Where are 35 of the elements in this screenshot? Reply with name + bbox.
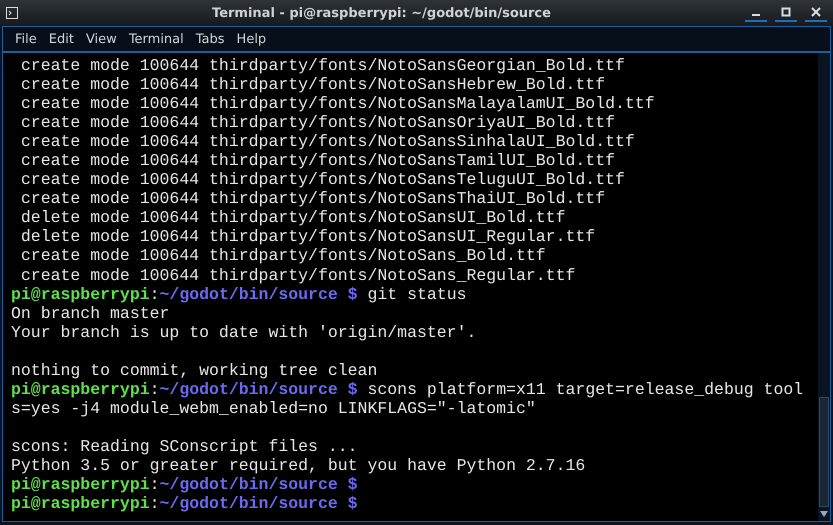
output-line: scons: Reading SConscript files ... bbox=[11, 436, 359, 456]
window-title: Terminal - pi@raspberrypi: ~/godot/bin/source bbox=[211, 6, 552, 20]
output-line: s=yes -j4 module_webm_enabled=no LINKFLAGS="-latomic" bbox=[11, 398, 537, 418]
output-line: Your branch is up to date with 'origin/master'. bbox=[11, 322, 478, 342]
terminal-icon bbox=[6, 7, 18, 19]
menu-item[interactable]: Terminal bbox=[122, 32, 190, 46]
output-line: delete mode 100644 thirdparty/fonts/NotoSansUI_Regular.ttf bbox=[20, 227, 596, 246]
prompt-line: pi@raspberrypi:~/godot/bin/source $ bbox=[11, 494, 359, 514]
menu-item[interactable]: Help bbox=[230, 32, 272, 46]
prompt-line: pi@raspberrypi:~/godot/bin/source $ git status bbox=[11, 284, 468, 304]
output-line: create mode 100644 thirdparty/fonts/NotoSansTamilUI_Bold.ttf bbox=[20, 151, 616, 170]
menu-item[interactable]: Tabs bbox=[190, 32, 231, 46]
prompt-line: pi@raspberrypi:~/godot/bin/source $ bbox=[11, 475, 359, 494]
scrollbar-thumb[interactable] bbox=[819, 397, 829, 507]
menu-item[interactable]: Edit bbox=[42, 32, 80, 46]
menu-item[interactable]: View bbox=[80, 32, 123, 46]
menu-item[interactable]: File bbox=[9, 32, 43, 46]
output-line: create mode 100644 thirdparty/fonts/NotoSansSinhalaUI_Bold.ttf bbox=[20, 132, 636, 152]
output-line: create mode 100644 thirdparty/fonts/NotoSans_Regular.ttf bbox=[20, 266, 576, 285]
output-line: create mode 100644 thirdparty/fonts/NotoSansGeorgian_Bold.ttf bbox=[20, 56, 626, 76]
output-line: create mode 100644 thirdparty/fonts/NotoSansTeluguUI_Bold.ttf bbox=[20, 170, 626, 190]
output-line: create mode 100644 thirdparty/fonts/NotoSansMalayalamUI_Bold.ttf bbox=[20, 94, 656, 114]
output-line: create mode 100644 thirdparty/fonts/NotoSansThaiUI_Bold.ttf bbox=[20, 189, 606, 208]
output-line: On branch master bbox=[11, 304, 170, 323]
scroll-down-icon[interactable] bbox=[820, 511, 828, 517]
output-line: create mode 100644 thirdparty/fonts/NotoSansOriyaUI_Bold.ttf bbox=[20, 113, 616, 132]
output-line: delete mode 100644 thirdparty/fonts/NotoSansUI_Bold.ttf bbox=[20, 208, 566, 228]
prompt-line: pi@raspberrypi:~/godot/bin/source $ scons platform=x11 target=release_debug tool bbox=[11, 380, 804, 399]
close-icon[interactable] bbox=[811, 7, 821, 17]
maximize-icon[interactable] bbox=[781, 7, 791, 17]
scrollbar[interactable] bbox=[818, 53, 830, 521]
output-line: nothing to commit, working tree clean bbox=[11, 360, 378, 380]
output-line: Python 3.5 or greater required, but you have Python 2.7.16 bbox=[11, 456, 586, 476]
output-line: create mode 100644 thirdparty/fonts/NotoSans_Bold.ttf bbox=[20, 246, 547, 266]
output-line: create mode 100644 thirdparty/fonts/NotoSansHebrew_Bold.ttf bbox=[20, 75, 606, 94]
